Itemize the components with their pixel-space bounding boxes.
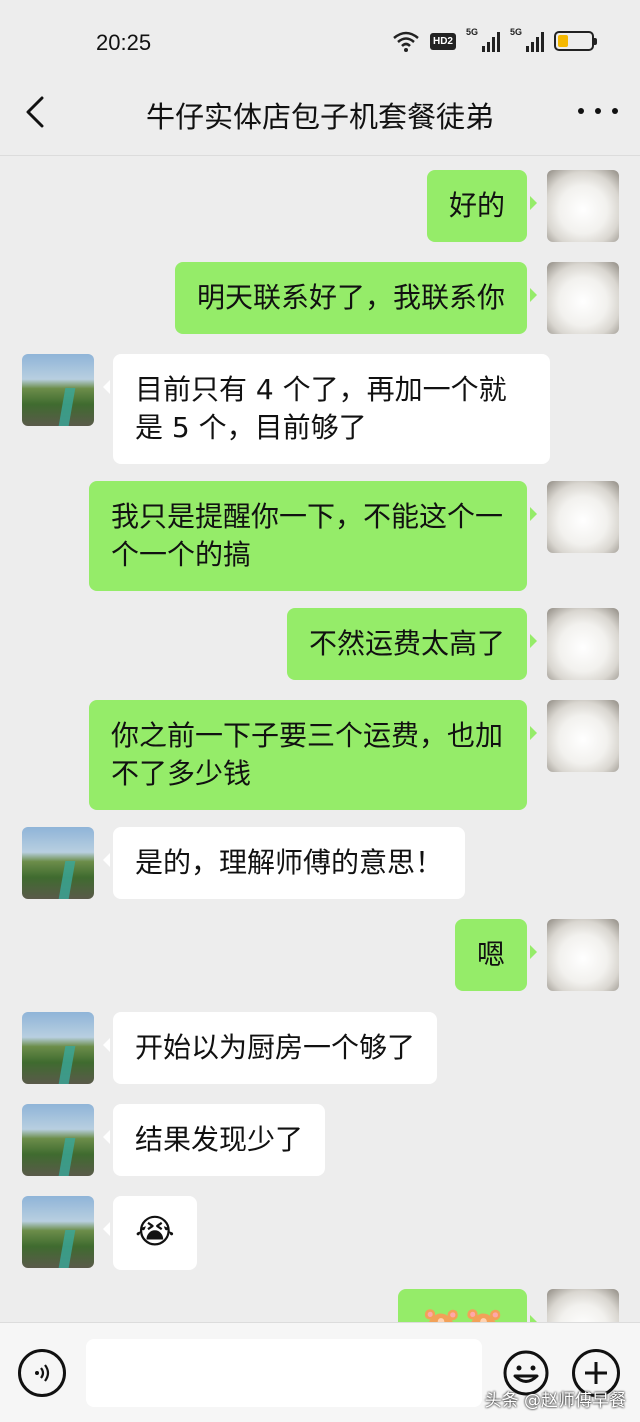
my-avatar[interactable] xyxy=(547,700,619,772)
message-bubble-incoming[interactable]: 😭 xyxy=(103,1196,197,1270)
crying-emoji-icon: 😭 xyxy=(135,1212,175,1252)
contact-avatar[interactable] xyxy=(22,1104,94,1176)
more-options-icon[interactable] xyxy=(578,96,618,126)
my-avatar[interactable] xyxy=(547,608,619,680)
message-bubble-outgoing[interactable]: 明天联系好了，我联系你 xyxy=(174,262,538,334)
message-bubble-outgoing[interactable]: 🐹🐹 xyxy=(398,1289,537,1322)
battery-icon xyxy=(554,31,597,51)
contact-avatar[interactable] xyxy=(22,827,94,899)
message-bubble-outgoing[interactable]: 好的 xyxy=(426,170,538,242)
signal-icon-1: 5G xyxy=(466,27,500,52)
message-bubble-incoming[interactable]: 开始以为厨房一个够了 xyxy=(102,1012,438,1084)
status-icons: HD2 5G 5G xyxy=(392,27,597,52)
contact-avatar[interactable] xyxy=(22,1196,94,1268)
chat-header: 牛仔实体店包子机套餐徒弟 xyxy=(0,80,640,156)
my-avatar[interactable] xyxy=(547,170,619,242)
voice-icon xyxy=(35,1364,50,1382)
contact-avatar[interactable] xyxy=(22,354,94,426)
message-bubble-outgoing[interactable]: 我只是提醒你一下，不能这个一个一个的搞 xyxy=(89,481,537,591)
message-bubble-incoming[interactable]: 目前只有 4 个了，再加一个就是 5 个，目前够了 xyxy=(103,354,550,464)
my-avatar[interactable] xyxy=(547,262,619,334)
message-input[interactable] xyxy=(86,1339,482,1407)
hd-voice-icon: HD2 xyxy=(429,32,456,50)
my-avatar[interactable] xyxy=(547,481,619,553)
message-bubble-outgoing[interactable]: 嗯 xyxy=(454,919,538,991)
hamster-emoji-icon: 🐹🐹 xyxy=(420,1306,505,1322)
contact-avatar[interactable] xyxy=(22,1012,94,1084)
signal-icon-2: 5G xyxy=(510,27,544,52)
message-bubble-outgoing[interactable]: 不然运费太高了 xyxy=(286,608,538,680)
my-avatar[interactable] xyxy=(547,919,619,991)
message-bubble-incoming[interactable]: 结果发现少了 xyxy=(102,1104,326,1176)
message-list[interactable]: 好的 明天联系好了，我联系你 目前只有 4 个了，再加一个就是 5 个，目前够了… xyxy=(0,157,640,1322)
status-bar: 20:25 HD2 5G 5G xyxy=(0,0,640,80)
status-time: 20:25 xyxy=(96,30,152,55)
chat-title: 牛仔实体店包子机套餐徒弟 xyxy=(145,100,494,134)
message-bubble-incoming[interactable]: 是的，理解师傅的意思！ xyxy=(102,827,466,899)
voice-input-button[interactable] xyxy=(18,1349,66,1397)
wifi-icon xyxy=(393,31,419,52)
watermark: 头条 @赵师傅早餐 xyxy=(484,1391,626,1411)
my-avatar[interactable] xyxy=(547,1289,619,1322)
message-bubble-outgoing[interactable]: 你之前一下子要三个运费，也加不了多少钱 xyxy=(89,700,537,810)
